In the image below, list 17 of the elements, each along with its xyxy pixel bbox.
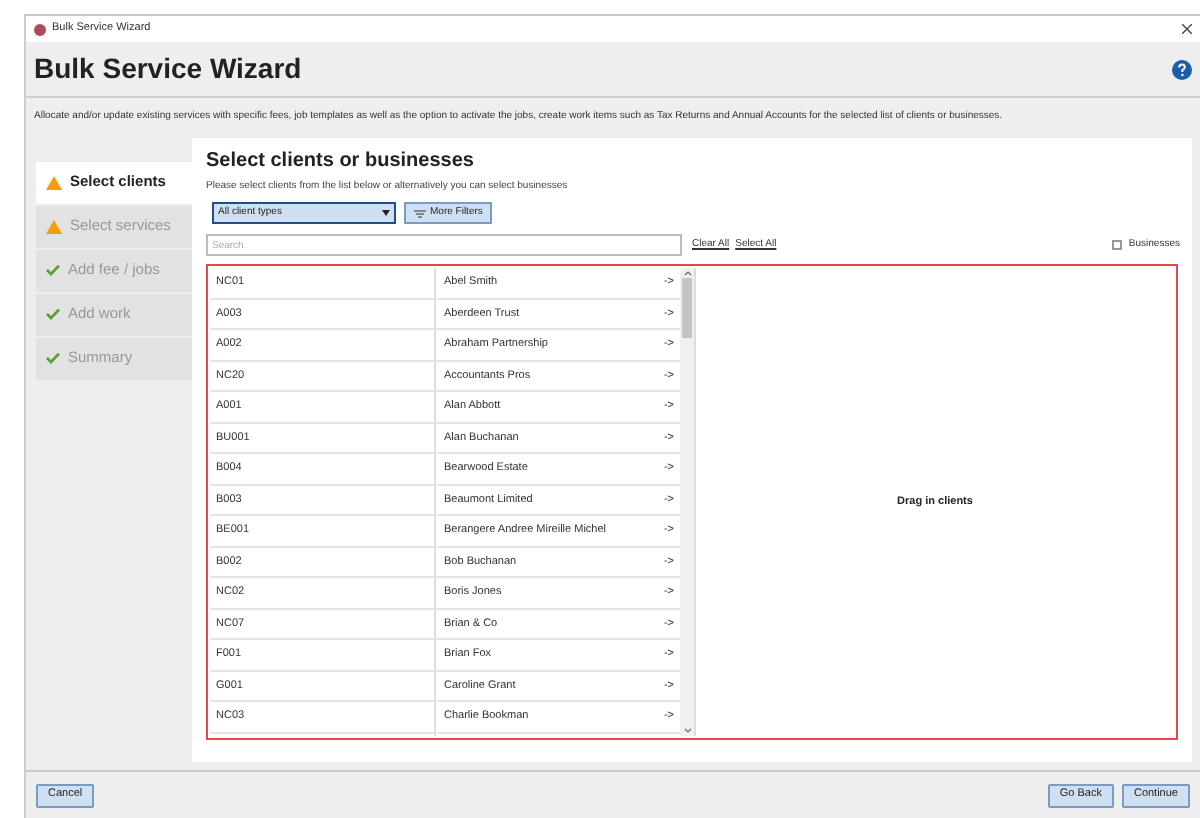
page-title: Select clients or businesses (206, 147, 476, 175)
filter-icon (414, 209, 426, 217)
scroll-up-icon[interactable] (683, 268, 691, 278)
businesses-checkbox[interactable] (1112, 240, 1123, 250)
check-icon (46, 308, 60, 320)
check-icon (46, 352, 60, 364)
wizard-title: Bulk Service Wizard (34, 50, 302, 88)
close-icon[interactable] (1182, 24, 1192, 34)
warning-icon (46, 219, 62, 233)
check-icon (46, 264, 60, 276)
scroll-thumb[interactable] (682, 278, 692, 338)
scrollbar[interactable] (680, 268, 694, 736)
dropdown-arrow-icon (382, 210, 390, 216)
help-icon[interactable] (1172, 59, 1192, 79)
warning-icon (46, 175, 62, 189)
app-icon (34, 23, 46, 35)
scroll-down-icon[interactable] (683, 726, 691, 736)
